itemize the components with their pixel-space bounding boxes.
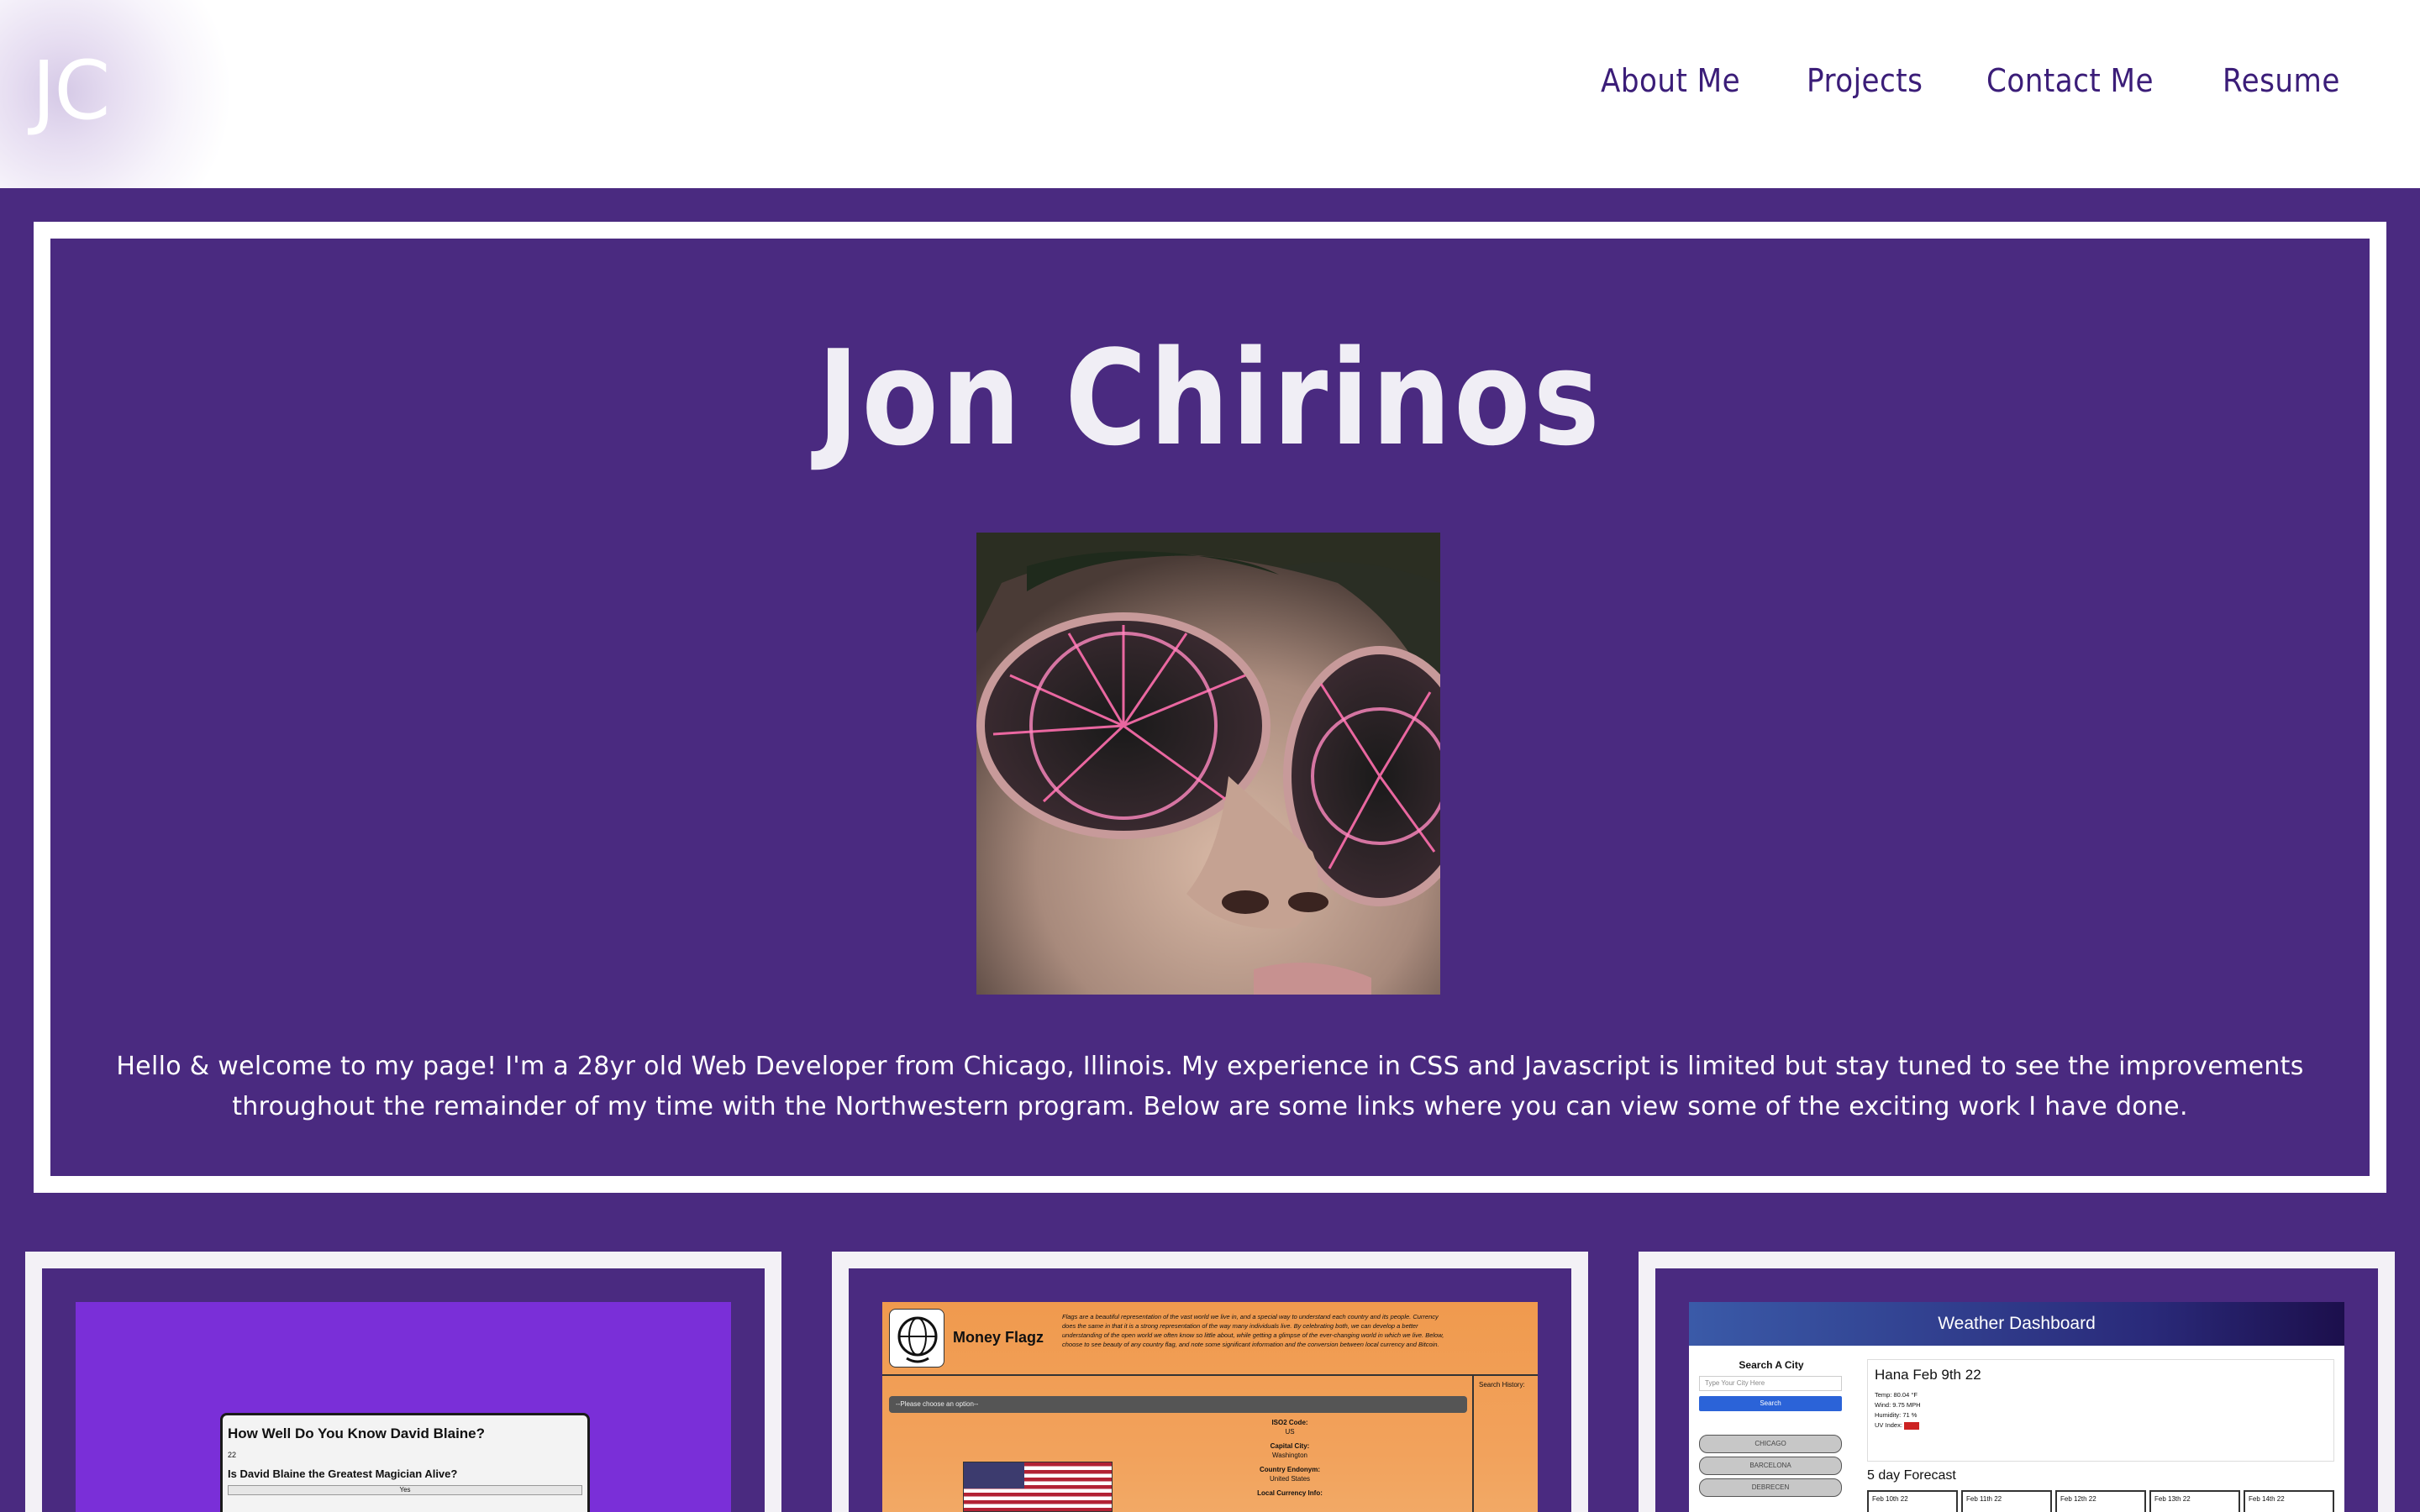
current-weather: Hana Feb 9th 22 Temp: 80.04 °F Wind: 9.7… — [1867, 1359, 2334, 1462]
project-card-money-flagz[interactable]: Money Flagz Flags are a beautiful repres… — [832, 1252, 1588, 1512]
weather-city-input: Type Your City Here — [1699, 1376, 1842, 1391]
quiz-count: 22 — [228, 1451, 237, 1459]
city-history-item: CHICAGO — [1699, 1435, 1842, 1453]
weather-temp: Temp: 80.04 °F — [1875, 1391, 1918, 1399]
current-city: Hana Feb 9th 22 — [1875, 1367, 1981, 1383]
iso-label: ISO2 Code: — [1271, 1419, 1308, 1426]
weather-uv: UV Index: — [1875, 1420, 2327, 1431]
forecast-title: 5 day Forecast — [1867, 1468, 1956, 1483]
iso-value: US — [1285, 1428, 1295, 1436]
globe-icon — [889, 1309, 944, 1368]
city-history-item: BARCELONA — [1699, 1457, 1842, 1475]
intro-text: Hello & welcome to my page! I'm a 28yr o… — [116, 1052, 2304, 1121]
nav-about-me[interactable]: About Me — [1601, 62, 1740, 99]
weather-stats: Temp: 80.04 °F Wind: 9.75 MPH Humidity: … — [1875, 1390, 2327, 1431]
forecast-day: Feb 12th 22 — [2055, 1490, 2146, 1512]
project-card-inner: Money Flagz Flags are a beautiful repres… — [849, 1268, 1571, 1512]
nav-contact-me[interactable]: Contact Me — [1986, 62, 2154, 99]
forecast-day: Feb 11th 22 — [1961, 1490, 2052, 1512]
forecast-day: Feb 13th 22 — [2149, 1490, 2240, 1512]
main-nav: About Me Projects Contact Me Resume — [1601, 62, 2353, 99]
project-screenshot-money-flagz[interactable]: Money Flagz Flags are a beautiful repres… — [882, 1302, 1538, 1512]
currency-label: Local Currency Info: — [1257, 1489, 1323, 1497]
weather-header: Weather Dashboard — [1689, 1302, 2344, 1346]
logo[interactable]: JC — [0, 0, 244, 188]
project-screenshot-weather[interactable]: Weather Dashboard Search A City Type You… — [1689, 1302, 2344, 1512]
city-history-item: DEBRECEN — [1699, 1478, 1842, 1497]
uv-badge — [1904, 1421, 1920, 1430]
project-card-inner: Weather Dashboard Search A City Type You… — [1655, 1268, 2378, 1512]
demonym-value: United States — [1269, 1475, 1311, 1483]
project-card-quiz[interactable]: How Well Do You Know David Blaine? 22 Is… — [25, 1252, 781, 1512]
weather-wind: Wind: 9.75 MPH — [1875, 1401, 1921, 1409]
weather-search-title: Search A City — [1739, 1359, 1804, 1371]
project-card-inner: How Well Do You Know David Blaine? 22 Is… — [42, 1268, 765, 1512]
forecast-day: Feb 10th 22 — [1867, 1490, 1958, 1512]
quiz-answer-button: Yes — [228, 1485, 582, 1495]
weather-humidity: Humidity: 71 % — [1875, 1411, 1918, 1419]
quiz-title: How Well Do You Know David Blaine? — [228, 1425, 486, 1441]
capital-label: Capital City: — [1270, 1442, 1310, 1450]
forecast-days: Feb 10th 22 Feb 11th 22 Feb 12th 22 Feb … — [1867, 1490, 2334, 1512]
country-select: --Please choose an option-- — [889, 1396, 1467, 1413]
profile-photo — [976, 533, 1440, 995]
search-history: Search History: — [1472, 1376, 1538, 1512]
capital-value: Washington — [1272, 1452, 1307, 1459]
forecast-day: Feb 14th 22 — [2244, 1490, 2334, 1512]
logo-text: JC — [32, 44, 110, 138]
project-screenshot-quiz[interactable]: How Well Do You Know David Blaine? 22 Is… — [76, 1302, 731, 1512]
flagz-header: Money Flagz Flags are a beautiful repres… — [882, 1302, 1538, 1376]
page-title: Jon Chirinos — [817, 322, 1603, 475]
quiz-box: How Well Do You Know David Blaine? 22 Is… — [220, 1413, 590, 1512]
hero-section: Jon Chirinos Hello & welcome to my page!… — [50, 239, 2370, 1176]
site-header: JC About Me Projects Contact Me Resume — [0, 0, 2420, 188]
quiz-question: Is David Blaine the Greatest Magician Al… — [228, 1467, 458, 1480]
us-flag-image — [963, 1462, 1113, 1512]
country-info: ISO2 Code: US Capital City: Washington C… — [1218, 1418, 1361, 1498]
flagz-title: Money Flagz — [953, 1329, 1044, 1346]
uv-label: UV Index: — [1875, 1421, 1902, 1429]
project-card-weather[interactable]: Weather Dashboard Search A City Type You… — [1639, 1252, 2395, 1512]
weather-search-button: Search — [1699, 1396, 1842, 1411]
nav-projects[interactable]: Projects — [1807, 62, 1923, 99]
nav-resume[interactable]: Resume — [2223, 62, 2340, 99]
hero-frame: Jon Chirinos Hello & welcome to my page!… — [34, 222, 2386, 1193]
flagz-description: Flags are a beautiful representation of … — [1062, 1313, 1444, 1348]
demonym-label: Country Endonym: — [1260, 1466, 1320, 1473]
